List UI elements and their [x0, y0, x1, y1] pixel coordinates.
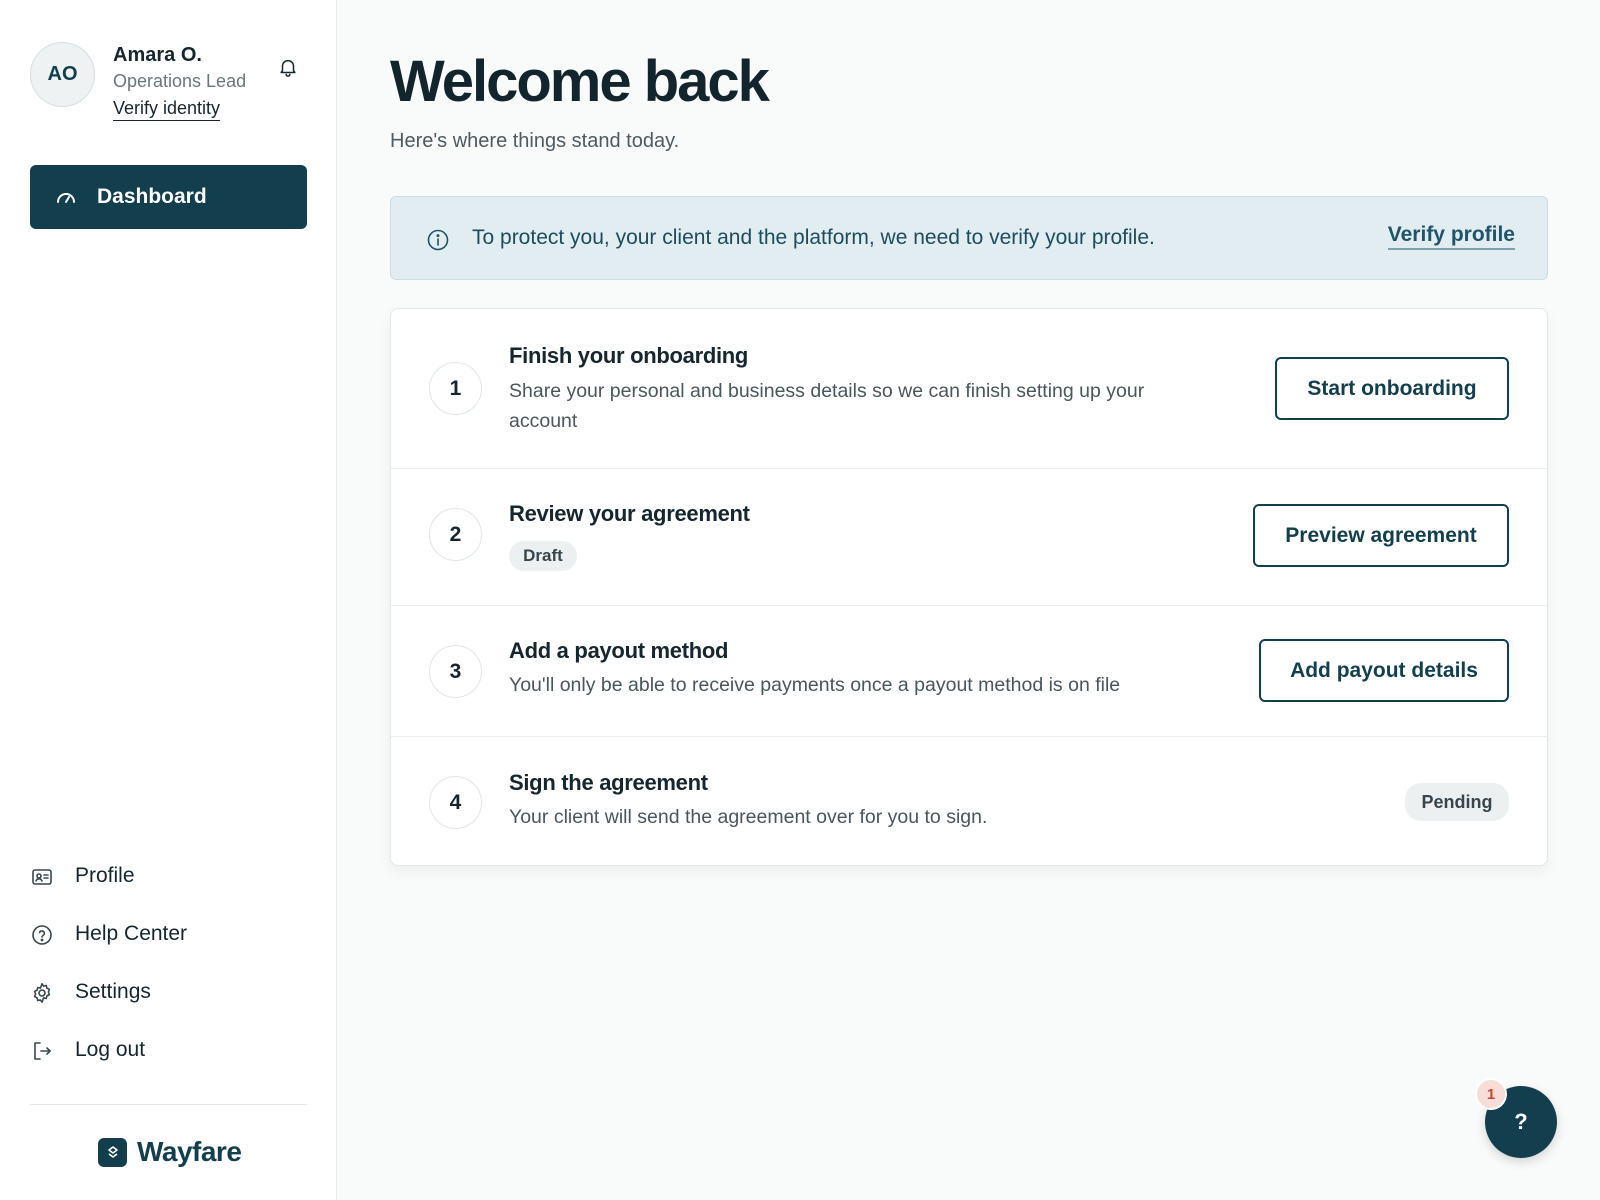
user-name: Amara O.	[113, 44, 202, 66]
secondary-nav: Profile Help Center Settings Log out	[30, 848, 307, 1080]
user-role: Operations Lead	[113, 71, 247, 91]
verify-identity-link[interactable]: Verify identity	[113, 98, 221, 121]
main-content: Welcome back Here's where things stand t…	[390, 0, 1548, 1200]
question-circle-icon	[30, 923, 54, 947]
sidebar: AO Amara O. Operations Lead Verify ident…	[0, 0, 337, 1200]
verify-profile-link[interactable]: Verify profile	[1387, 223, 1515, 250]
step-number: 1	[429, 362, 482, 415]
step-description: You'll only be able to receive payments …	[509, 674, 1121, 696]
brand: Wayfare	[98, 1134, 242, 1170]
page-subtitle: Here's where things stand today.	[390, 130, 680, 152]
step-number: 2	[429, 508, 482, 561]
step-title: Review your agreement	[509, 501, 750, 526]
sidebar-item-help-center[interactable]: Help Center	[30, 906, 307, 964]
logout-icon	[30, 1039, 54, 1063]
sidebar-item-profile[interactable]: Profile	[30, 848, 307, 906]
preview-agreement-button[interactable]: Preview agreement	[1253, 504, 1509, 567]
step-description: Your client will send the agreement over…	[509, 806, 988, 828]
sidebar-item-settings[interactable]: Settings	[30, 964, 307, 1022]
sidebar-item-log-out[interactable]: Log out	[30, 1022, 307, 1080]
id-card-icon	[30, 865, 54, 889]
step-number: 4	[429, 776, 482, 829]
sidebar-divider	[30, 1104, 307, 1105]
notification-count-badge: 1	[1475, 1078, 1507, 1110]
brand-logo-icon	[98, 1137, 127, 1167]
step-title: Add a payout method	[509, 638, 729, 663]
gear-icon	[30, 981, 54, 1005]
sidebar-item-label: Profile	[75, 864, 135, 887]
verification-banner: To protect you, your client and the plat…	[390, 196, 1548, 280]
banner-text: To protect you, your client and the plat…	[472, 226, 1155, 249]
step-title: Sign the agreement	[509, 770, 708, 795]
page-title: Welcome back	[390, 49, 770, 114]
start-onboarding-button[interactable]: Start onboarding	[1275, 357, 1509, 420]
user-block: AO Amara O. Operations Lead Verify ident…	[30, 42, 307, 126]
step-title: Finish your onboarding	[509, 343, 749, 368]
add-payout-details-button[interactable]: Add payout details	[1259, 639, 1509, 702]
gauge-icon	[54, 185, 78, 209]
bell-icon[interactable]	[277, 56, 299, 78]
brand-name: Wayfare	[137, 1136, 242, 1167]
step-number: 3	[429, 645, 482, 698]
sidebar-item-label: Dashboard	[97, 185, 207, 208]
sidebar-item-dashboard[interactable]: Dashboard	[30, 165, 307, 229]
status-badge: Pending	[1405, 783, 1509, 821]
steps-card: 1 Finish your onboarding Share your pers…	[390, 308, 1548, 866]
step-description: Share your personal and business details…	[509, 380, 1145, 432]
step-row: 2 Review your agreement Draft Preview ag…	[391, 469, 1547, 606]
step-row: 3 Add a payout method You'll only be abl…	[391, 606, 1547, 737]
sidebar-item-label: Log out	[75, 1038, 146, 1061]
status-badge: Draft	[509, 541, 577, 571]
step-row: 1 Finish your onboarding Share your pers…	[391, 309, 1547, 469]
step-row: 4 Sign the agreement Your client will se…	[391, 737, 1547, 865]
info-icon	[426, 228, 450, 252]
sidebar-item-label: Help Center	[75, 922, 188, 945]
sidebar-item-label: Settings	[75, 980, 151, 1003]
avatar[interactable]: AO	[30, 42, 95, 107]
